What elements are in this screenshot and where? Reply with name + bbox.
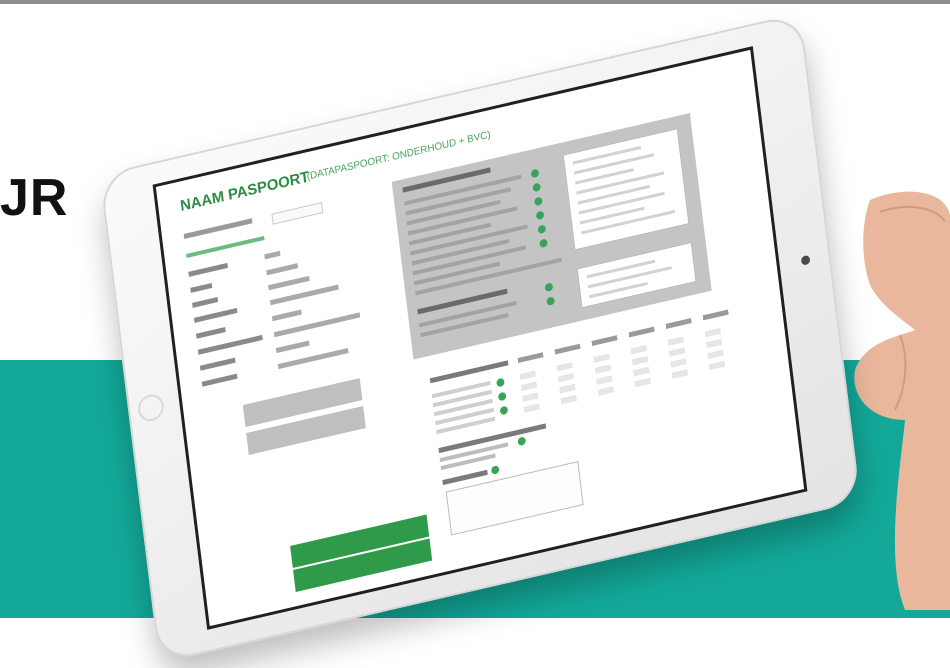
form-row-3 — [192, 297, 219, 308]
screen-title: NAAM PASPOORT — [179, 168, 311, 216]
form-row-2 — [190, 282, 213, 293]
form-row-6 — [197, 334, 263, 355]
camera-icon — [800, 254, 811, 266]
add-circle-icon[interactable] — [535, 210, 545, 221]
add-circle-icon[interactable] — [544, 282, 554, 293]
form-row-3-value — [268, 275, 310, 291]
panel-subheader-bar — [417, 288, 508, 315]
add-circle-icon[interactable] — [499, 405, 509, 416]
add-circle-icon[interactable] — [546, 296, 556, 307]
list-line — [586, 259, 656, 279]
panel-small-box — [576, 241, 697, 309]
list-line — [581, 209, 676, 235]
form-row-1 — [188, 262, 228, 277]
form-row-8 — [201, 373, 238, 387]
form-row-5-value — [271, 309, 302, 322]
form-row-4 — [193, 307, 238, 323]
link-placeholder[interactable] — [186, 235, 265, 258]
add-circle-icon[interactable] — [532, 182, 542, 193]
type-select[interactable] — [271, 202, 324, 225]
add-circle-icon[interactable] — [496, 377, 505, 388]
field-placeholder-1 — [183, 218, 253, 239]
notes-textarea[interactable] — [445, 461, 584, 536]
add-circle-icon[interactable] — [497, 391, 507, 402]
form-row-7-value — [275, 340, 310, 354]
add-circle-icon[interactable] — [537, 224, 547, 235]
add-circle-icon[interactable] — [517, 436, 527, 447]
form-row-5 — [195, 327, 226, 339]
panel-list-box — [562, 128, 690, 251]
add-circle-icon[interactable] — [530, 168, 540, 179]
home-button-icon — [136, 391, 166, 424]
add-circle-icon[interactable] — [539, 238, 548, 249]
checkbox-list[interactable] — [431, 380, 496, 439]
panel-header-bar — [402, 167, 491, 193]
form-row-4-value — [269, 284, 339, 306]
form-row-2-value — [266, 263, 299, 276]
add-circle-icon[interactable] — [490, 465, 500, 475]
form-row-8-value — [277, 347, 349, 370]
add-circle-icon[interactable] — [533, 196, 543, 207]
form-row-1-value — [264, 250, 281, 260]
form-row-7 — [199, 357, 236, 371]
list-line — [572, 145, 642, 165]
table-cells — [519, 324, 739, 414]
